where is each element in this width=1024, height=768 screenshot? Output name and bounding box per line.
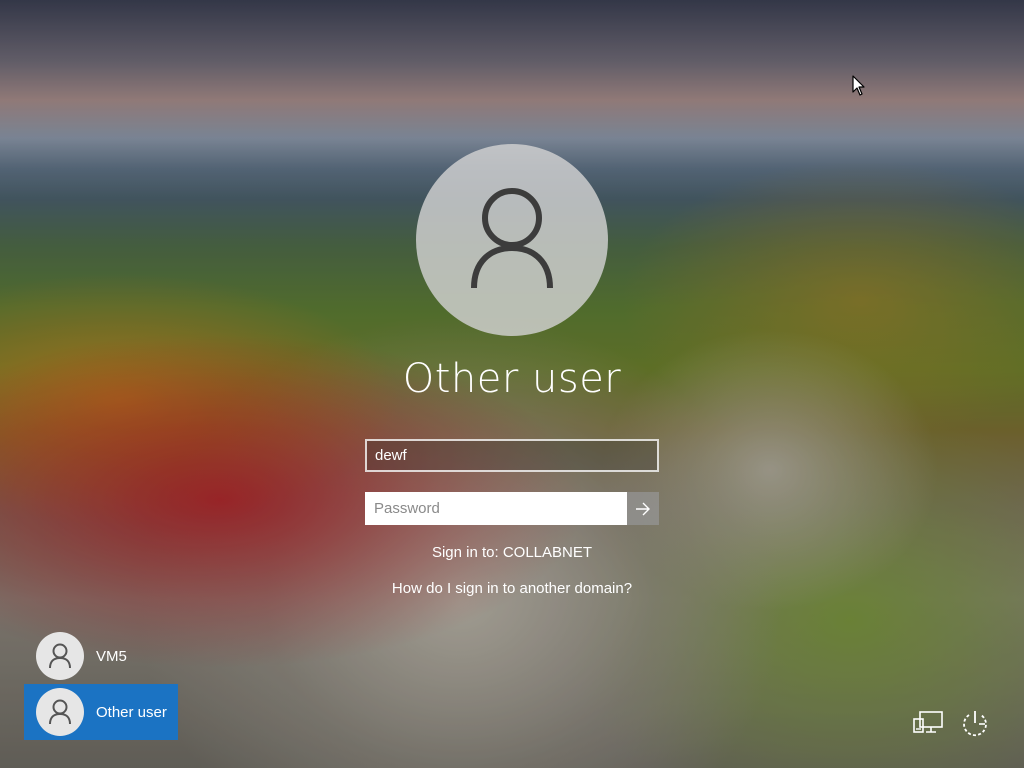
- arrow-right-icon: [636, 502, 650, 515]
- power-icon: [963, 711, 987, 737]
- password-input[interactable]: [365, 492, 627, 525]
- lock-screen: Other user Sign in to: COLLABNET How do …: [0, 0, 1024, 768]
- user-tile-vm5[interactable]: VM5: [24, 628, 178, 684]
- power-button[interactable]: [958, 706, 992, 740]
- avatar: [36, 632, 84, 680]
- avatar: [36, 688, 84, 736]
- mouse-cursor-icon: [852, 75, 865, 96]
- network-button[interactable]: [911, 706, 945, 740]
- user-tile-other-user[interactable]: Other user: [24, 684, 178, 740]
- user-icon: [49, 643, 71, 669]
- user-tile-label: VM5: [96, 647, 127, 665]
- network-icon: [913, 711, 943, 733]
- domain-help-link[interactable]: How do I sign in to another domain?: [312, 580, 712, 597]
- user-tile-label: Other user: [96, 703, 167, 721]
- submit-button[interactable]: [627, 492, 659, 525]
- user-icon: [49, 699, 71, 725]
- password-row: [365, 492, 659, 525]
- user-avatar-large: [416, 144, 608, 336]
- user-icon: [471, 188, 553, 289]
- sign-in-domain-text: Sign in to: COLLABNET: [431, 544, 593, 561]
- selected-user-name: Other user: [402, 356, 622, 402]
- username-input[interactable]: [365, 439, 659, 472]
